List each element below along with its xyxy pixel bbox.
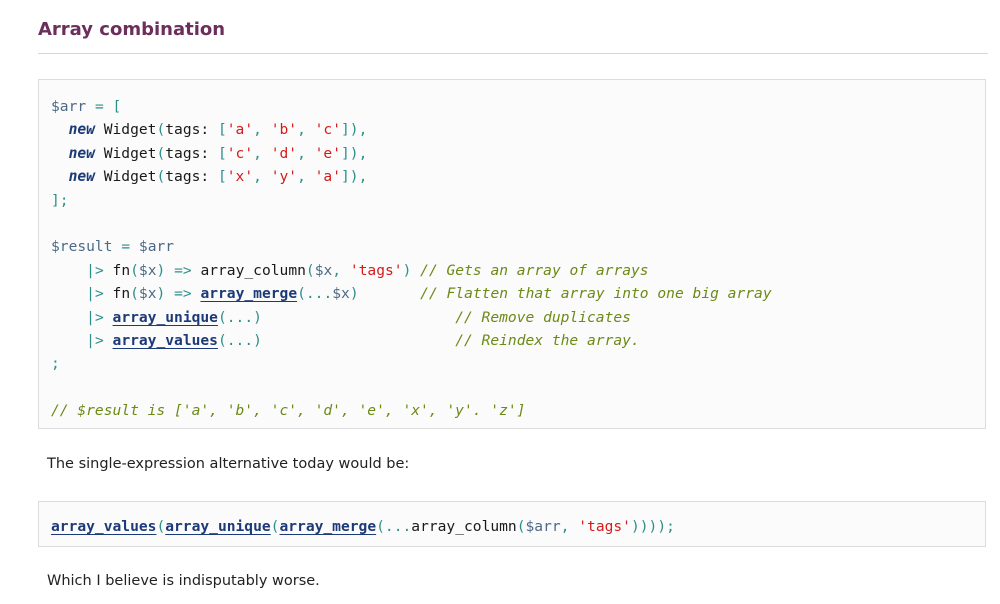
paragraph-conclusion: Which I believe is indisputably worse.: [47, 573, 320, 589]
array-merge-link-2[interactable]: array_merge: [279, 518, 376, 535]
section-heading: Array combination: [38, 19, 226, 40]
code-block-nested-alternative: array_values(array_unique(array_merge(..…: [38, 501, 986, 547]
array-merge-link[interactable]: array_merge: [200, 285, 297, 302]
array-unique-link-2[interactable]: array_unique: [165, 518, 270, 535]
code-listing-nested: array_values(array_unique(array_merge(..…: [51, 518, 675, 535]
paragraph-alternative: The single-expression alternative today …: [47, 456, 410, 472]
array-values-link[interactable]: array_values: [113, 332, 218, 349]
array-unique-link[interactable]: array_unique: [113, 309, 218, 326]
code-listing: $arr = [ new Widget(tags: ['a', 'b', 'c'…: [51, 98, 772, 420]
array-values-link-2[interactable]: array_values: [51, 518, 156, 535]
heading-divider: [38, 53, 988, 54]
code-block-pipe-example: $arr = [ new Widget(tags: ['a', 'b', 'c'…: [38, 79, 986, 429]
